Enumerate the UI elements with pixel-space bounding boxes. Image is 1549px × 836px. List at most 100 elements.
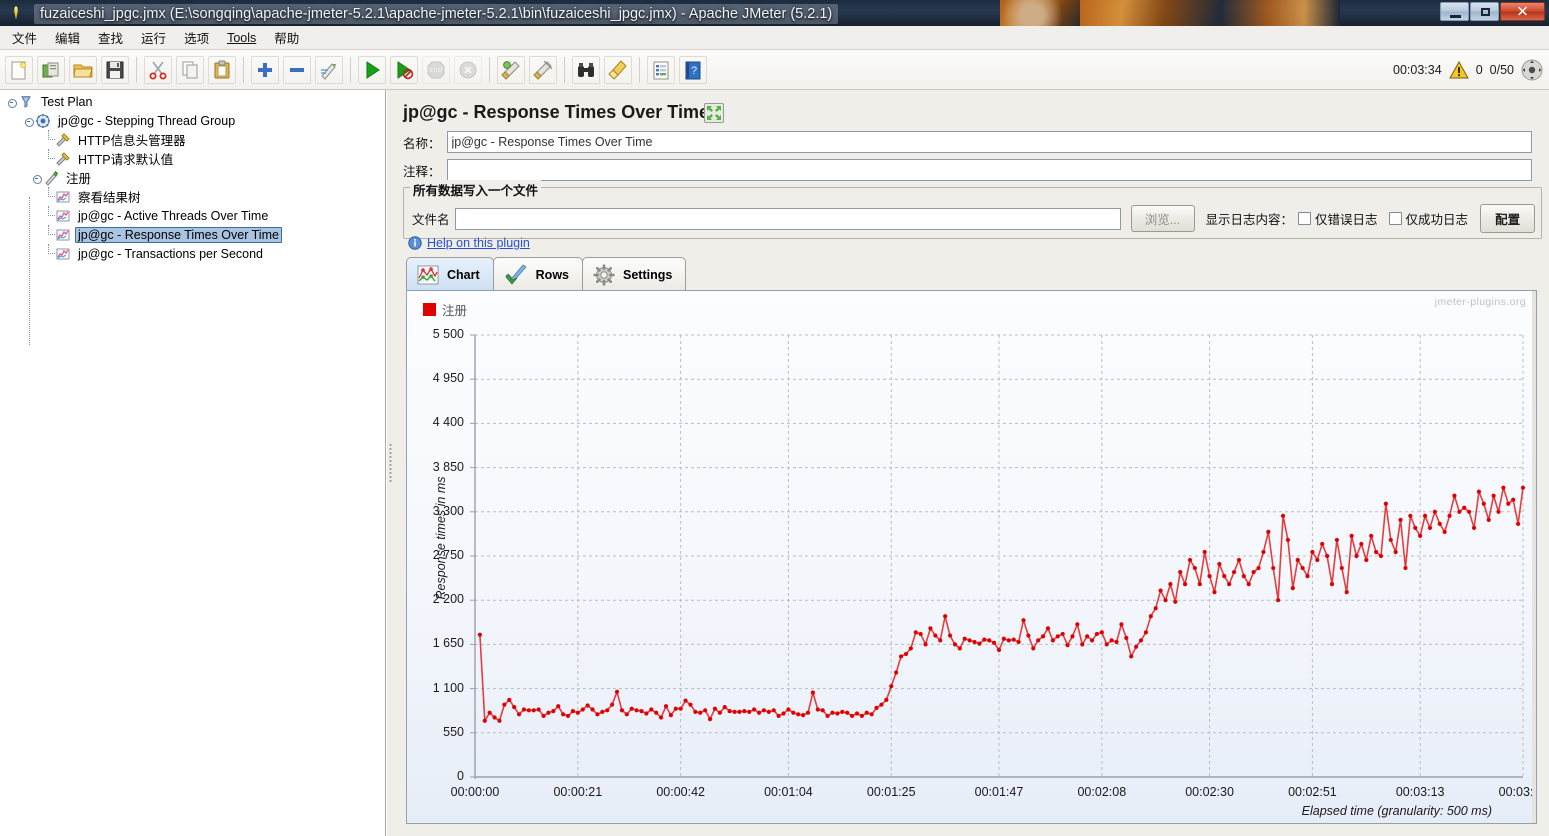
function-helper-button[interactable] <box>646 55 676 85</box>
expand-handle-icon[interactable] <box>31 170 43 186</box>
split-pane-divider[interactable] <box>386 90 394 836</box>
test-plan-tree[interactable]: Test Plan jp@gc - Stepping Thread Group <box>0 90 386 836</box>
menu-file[interactable]: 文件 <box>4 25 45 50</box>
comment-label: 注释： <box>403 164 441 179</box>
menu-tools[interactable]: Tools <box>219 28 264 48</box>
listener-icon <box>55 246 71 262</box>
toolbar-group-help: ? <box>645 55 709 85</box>
threads-count: 0/50 <box>1489 62 1514 77</box>
help-button[interactable]: ? <box>678 55 708 85</box>
name-input[interactable] <box>446 131 1532 153</box>
start-button[interactable] <box>357 55 387 85</box>
tab-settings[interactable]: Settings <box>582 257 687 291</box>
gear-icon <box>593 263 615 286</box>
connection-status-icon[interactable] <box>1521 59 1543 81</box>
main-toolbar: STOP ? 00:03:34 0 0/50 <box>0 50 1549 90</box>
chart-icon <box>417 265 439 284</box>
response-times-chart[interactable]: 注册 jmeter-plugins.org Response times in … <box>406 290 1537 824</box>
open-button[interactable] <box>68 55 98 85</box>
cut-button[interactable] <box>143 55 173 85</box>
warning-triangle-icon <box>1448 60 1469 78</box>
success-only-checkbox[interactable] <box>1388 212 1402 225</box>
warning-count: 0 <box>1475 62 1483 77</box>
close-button[interactable]: ✕ <box>1500 2 1545 21</box>
tree-node-test-plan[interactable]: Test Plan <box>0 92 385 111</box>
y-axis-tick-label: 0 <box>457 769 464 783</box>
play-green-icon <box>366 60 380 79</box>
menu-help[interactable]: 帮助 <box>266 25 307 50</box>
checkmark-icon <box>505 263 527 285</box>
menu-edit[interactable]: 编辑 <box>47 25 88 50</box>
binoculars-search-icon <box>578 62 594 77</box>
help-on-this-plugin-link[interactable]: Help on this plugin <box>427 236 530 250</box>
y-axis-tick-label: 2 200 <box>432 592 464 607</box>
errors-only-checkbox[interactable] <box>1298 212 1312 225</box>
expand-arrows-icon[interactable] <box>704 103 724 123</box>
desktop-wallpaper-bleed-2 <box>1080 0 1220 26</box>
tab-rows[interactable]: Rows <box>492 257 583 291</box>
chart-plot-area: 注册 jmeter-plugins.org Response times in … <box>407 291 1536 823</box>
jmeter-app-icon <box>13 5 19 20</box>
maximize-button[interactable] <box>1470 2 1499 21</box>
tree-node-label: jp@gc - Response Times Over Time <box>75 226 282 243</box>
chart-scrollbar[interactable] <box>1532 291 1536 823</box>
clipboard-paste-icon <box>214 60 230 78</box>
tree-node-transactions-per-second[interactable]: jp@gc - Transactions per Second <box>0 244 385 263</box>
configure-button[interactable]: 配置 <box>1480 204 1536 233</box>
y-axis-tick-label: 1 100 <box>432 680 464 695</box>
window-title-bar: fuzaiceshi_jpgc.jmx (E:\songqing\apache-… <box>0 0 1549 26</box>
x-axis-tick-label: 00:03:13 <box>1395 785 1445 799</box>
menu-search[interactable]: 查找 <box>90 25 131 50</box>
tree-node-http-request-defaults[interactable]: HTTP请求默认值 <box>0 149 385 168</box>
desktop-wallpaper-bleed-1 <box>1000 0 1080 26</box>
tree-node-label: 注册 <box>66 172 92 186</box>
expand-handle-icon[interactable] <box>23 113 35 129</box>
minus-icon <box>290 67 304 72</box>
tree-node-label: HTTP请求默认值 <box>78 153 174 167</box>
menu-run[interactable]: 运行 <box>133 25 174 50</box>
save-button[interactable] <box>100 55 130 85</box>
search-button[interactable] <box>571 55 601 85</box>
clear-button[interactable] <box>496 55 526 85</box>
clear-all-button[interactable] <box>528 55 558 85</box>
tree-elbow <box>43 130 55 149</box>
tree-node-http-header-manager[interactable]: HTTP信息头管理器 <box>0 130 385 149</box>
broom-reset-search-icon <box>608 59 627 80</box>
browse-button[interactable]: 浏览... <box>1130 205 1195 232</box>
start-no-timers-button[interactable] <box>389 55 419 85</box>
copy-button[interactable] <box>175 55 205 85</box>
tree-node-active-threads-over-time[interactable]: jp@gc - Active Threads Over Time <box>0 206 385 225</box>
tree-elbow <box>43 225 55 244</box>
menu-options[interactable]: 选项 <box>176 25 217 50</box>
filename-input[interactable] <box>454 207 1121 230</box>
open-folder-icon <box>73 64 93 77</box>
expand-handle-icon[interactable] <box>6 94 18 110</box>
new-document-icon <box>11 61 26 79</box>
http-sampler-icon <box>43 170 59 186</box>
tree-node-view-results-tree[interactable]: 察看结果树 <box>0 187 385 206</box>
tab-chart[interactable]: Chart <box>406 257 494 291</box>
templates-button[interactable] <box>36 55 66 85</box>
help-book-icon: ? <box>685 61 701 79</box>
listener-icon <box>55 227 71 243</box>
expand-all-button[interactable] <box>250 55 280 85</box>
reset-search-button[interactable] <box>603 55 633 85</box>
new-button[interactable] <box>4 55 34 85</box>
toggle-pencil-icon <box>321 62 336 80</box>
play-no-pause-icon <box>397 60 414 79</box>
comment-input[interactable] <box>446 159 1532 181</box>
tree-node-stepping-thread-group[interactable]: jp@gc - Stepping Thread Group <box>0 111 385 130</box>
tab-rows-label: Rows <box>535 267 569 282</box>
minimize-button[interactable] <box>1440 2 1469 21</box>
tree-node-response-times-over-time[interactable]: jp@gc - Response Times Over Time <box>0 225 385 244</box>
paste-button[interactable] <box>207 55 237 85</box>
shutdown-x-icon <box>459 61 477 78</box>
tree-node-register-sampler[interactable]: 注册 <box>0 168 385 187</box>
toggle-button[interactable] <box>314 55 344 85</box>
errors-only-label: 仅错误日志 <box>1315 213 1378 227</box>
collapse-all-button[interactable] <box>282 55 312 85</box>
name-label: 名称： <box>403 136 441 151</box>
tree-elbow <box>43 206 55 225</box>
filename-field-row: 文件名 浏览... 显示日志内容： 仅错误日志 仅成功日志 配置 <box>412 204 1536 233</box>
window-controls[interactable]: ✕ <box>1440 2 1545 21</box>
